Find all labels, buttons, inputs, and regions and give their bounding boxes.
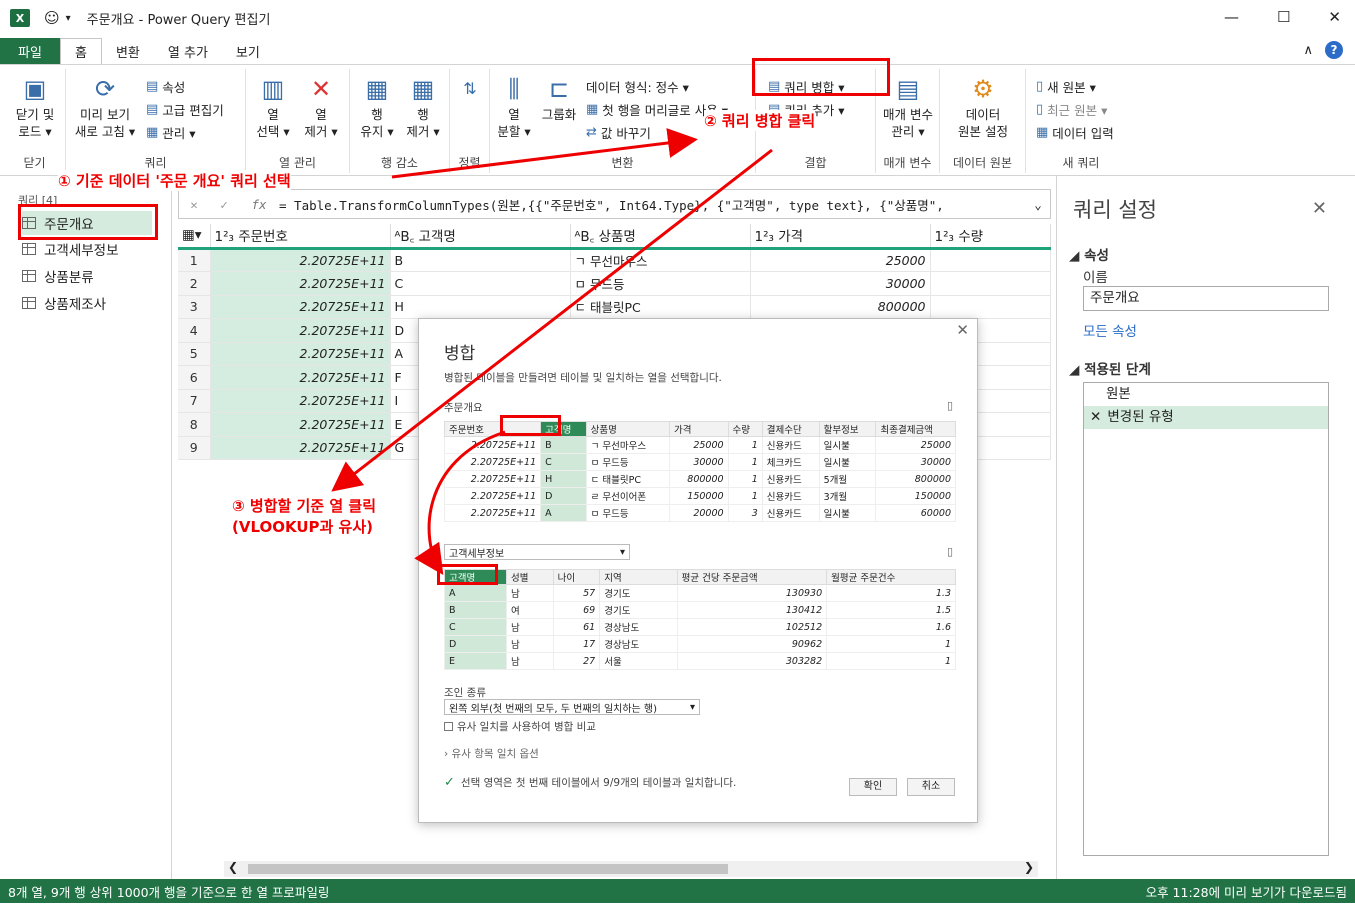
- arrow-2: [331, 148, 773, 492]
- annotation-1: ① 기준 데이터 '주문 개요' 쿼리 선택: [58, 170, 291, 191]
- arrow-3: [414, 430, 506, 575]
- arrow-1: [391, 128, 698, 179]
- annotation-3: ③ 병합할 기준 열 클릭 (VLOOKUP과 유사): [232, 497, 376, 536]
- annotation-2: ② 쿼리 병합 클릭: [704, 110, 816, 131]
- annotation-arrows: [331, 128, 773, 575]
